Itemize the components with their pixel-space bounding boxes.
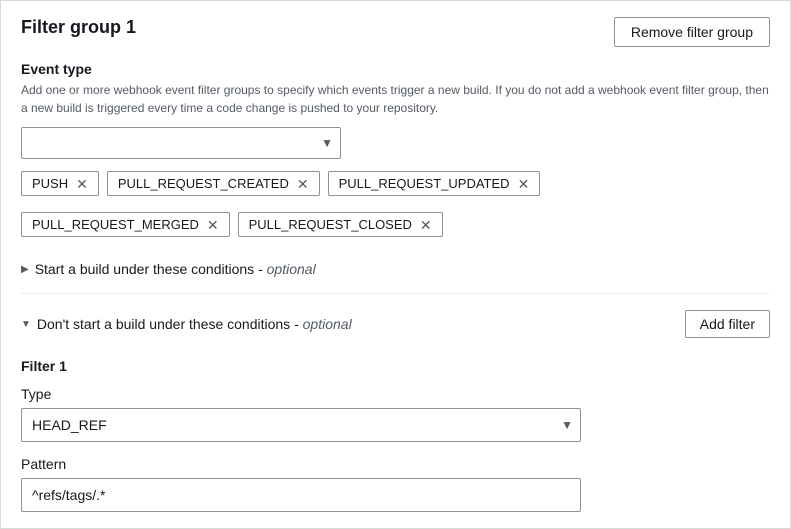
filter-1-title: Filter 1	[21, 358, 770, 374]
dont-start-conditions-label: Don't start a build under these conditio…	[37, 316, 352, 332]
event-tags-row2: PULL_REQUEST_MERGED ✕ PULL_REQUEST_CLOSE…	[21, 212, 770, 237]
add-filter-button[interactable]: Add filter	[685, 310, 770, 338]
section-divider	[21, 293, 770, 294]
list-item: PULL_REQUEST_CLOSED ✕	[238, 212, 443, 237]
collapsed-arrow-icon: ▶	[21, 264, 29, 275]
tag-label: PULL_REQUEST_MERGED	[32, 217, 199, 232]
tag-remove-pull-request-closed[interactable]: ✕	[420, 218, 432, 232]
type-dropdown-wrapper: HEAD_REF BASE_REF FILE_PATH COMMIT_MESSA…	[21, 408, 581, 442]
event-type-dropdown-wrapper: ▼	[21, 127, 341, 159]
event-type-select[interactable]	[21, 127, 341, 159]
remove-filter-group-button[interactable]: Remove filter group	[614, 17, 770, 47]
event-type-label: Event type	[21, 61, 770, 77]
expanded-arrow-icon: ▼	[21, 319, 31, 330]
filter-group-header: Filter group 1 Remove filter group	[21, 17, 770, 47]
dont-start-conditions-section: ▼ Don't start a build under these condit…	[21, 302, 770, 346]
tag-label: PULL_REQUEST_CREATED	[118, 176, 289, 191]
list-item: PULL_REQUEST_CREATED ✕	[107, 171, 320, 196]
list-item: PUSH ✕	[21, 171, 99, 196]
tag-label: PULL_REQUEST_CLOSED	[249, 217, 412, 232]
start-conditions-label: Start a build under these conditions - o…	[35, 261, 316, 277]
event-type-description: Add one or more webhook event filter gro…	[21, 81, 770, 117]
type-label: Type	[21, 386, 770, 402]
list-item: PULL_REQUEST_UPDATED ✕	[328, 171, 541, 196]
filter-1-section: Filter 1 Type HEAD_REF BASE_REF FILE_PAT…	[21, 346, 770, 512]
pattern-label: Pattern	[21, 456, 770, 472]
tag-remove-push[interactable]: ✕	[76, 177, 88, 191]
pattern-input[interactable]	[21, 478, 581, 512]
event-tags-container: PUSH ✕ PULL_REQUEST_CREATED ✕ PULL_REQUE…	[21, 171, 770, 196]
tag-remove-pull-request-created[interactable]: ✕	[297, 177, 309, 191]
tag-remove-pull-request-merged[interactable]: ✕	[207, 218, 219, 232]
type-select[interactable]: HEAD_REF BASE_REF FILE_PATH COMMIT_MESSA…	[21, 408, 581, 442]
filter-group-title: Filter group 1	[21, 17, 136, 38]
list-item: PULL_REQUEST_MERGED ✕	[21, 212, 230, 237]
start-conditions-toggle[interactable]: ▶ Start a build under these conditions -…	[21, 253, 770, 285]
tag-remove-pull-request-updated[interactable]: ✕	[518, 177, 530, 191]
dont-start-conditions-toggle[interactable]: ▼ Don't start a build under these condit…	[21, 316, 352, 332]
event-type-section: Event type Add one or more webhook event…	[21, 61, 770, 237]
tag-label: PULL_REQUEST_UPDATED	[339, 176, 510, 191]
tag-label: PUSH	[32, 176, 68, 191]
